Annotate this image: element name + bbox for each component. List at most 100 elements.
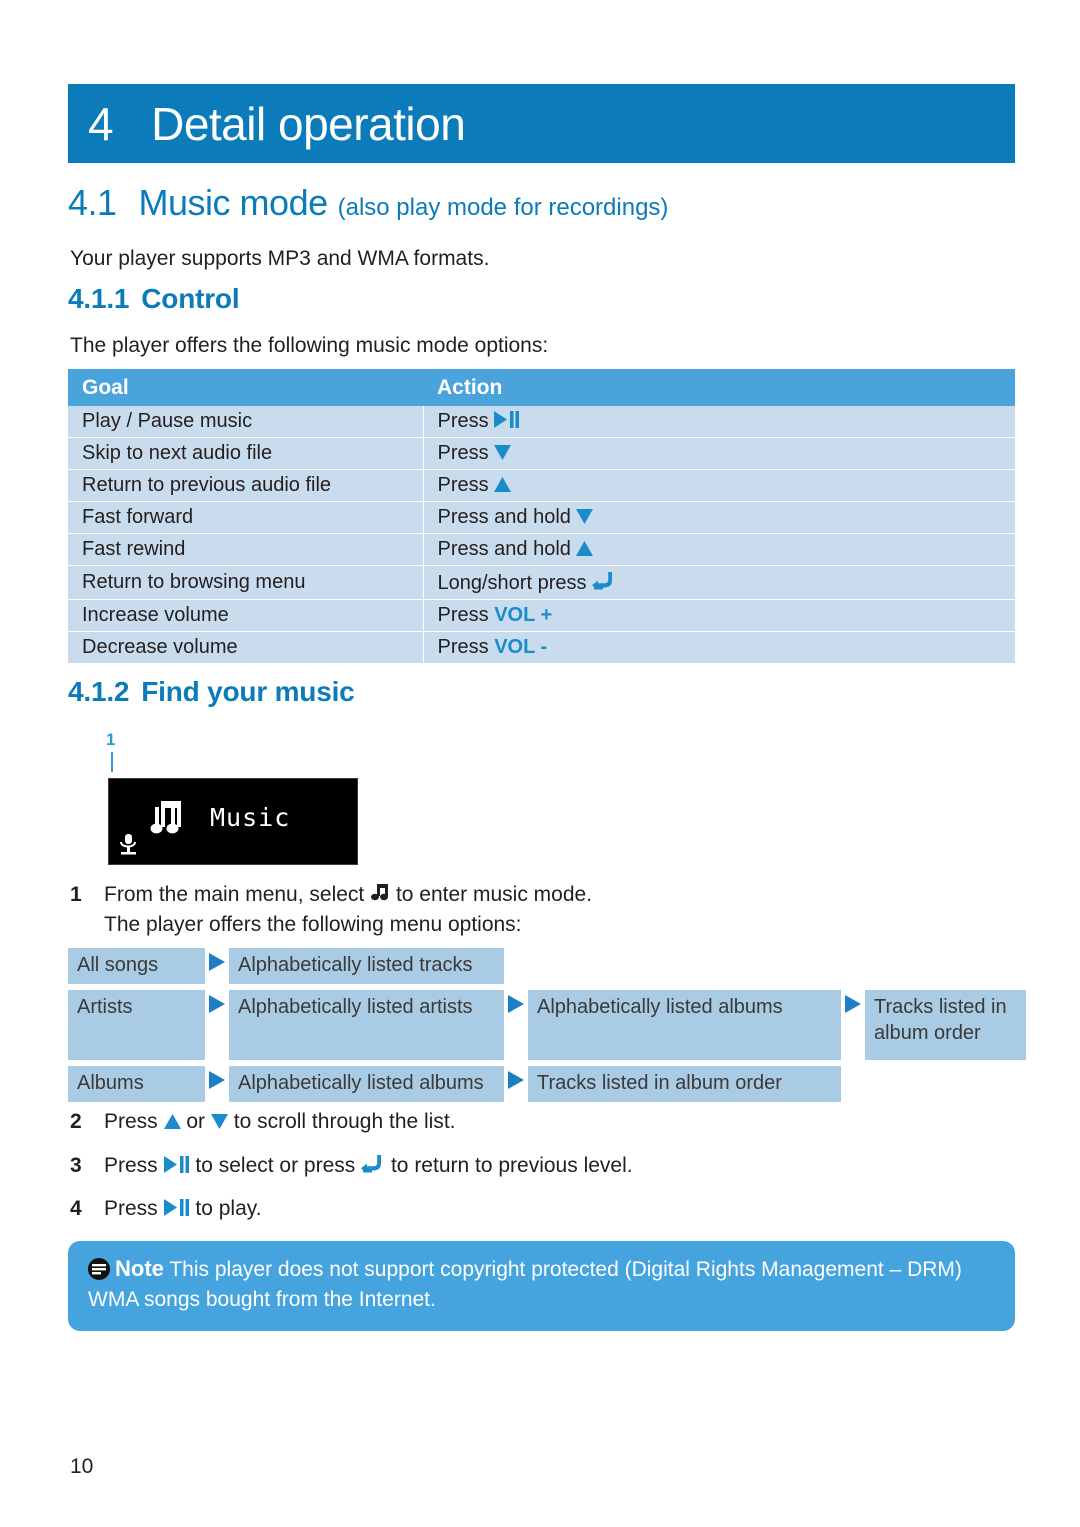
cell-goal: Decrease volume bbox=[68, 631, 424, 663]
cell-goal: Play / Pause music bbox=[68, 406, 424, 438]
triangle-up-icon bbox=[494, 477, 512, 492]
vol-minus-label: VOL - bbox=[494, 636, 548, 658]
control-table-body: Play / Pause music Press Skip to next au… bbox=[68, 406, 1015, 663]
diagram-box-level3: Alphabetically listed albums bbox=[528, 990, 841, 1060]
triangle-up-icon bbox=[576, 541, 594, 556]
table-row: Return to browsing menu Long/short press bbox=[68, 565, 1015, 600]
step-text: From the main menu, select to enter musi… bbox=[104, 880, 592, 940]
table-row: Increase volume Press VOL + bbox=[68, 599, 1015, 632]
triangle-down-icon bbox=[494, 445, 512, 460]
table-row: Return to previous audio file Press bbox=[68, 469, 1015, 502]
subsection-heading-control: 4.1.1 Control bbox=[68, 283, 240, 315]
triangle-down-icon bbox=[576, 509, 594, 524]
diagram-arrow-icon bbox=[504, 1066, 528, 1102]
diagram-box-level1: All songs bbox=[68, 948, 205, 984]
cell-goal: Increase volume bbox=[68, 599, 424, 632]
device-lcd-screenshot: Music bbox=[108, 778, 358, 865]
cell-action: Press VOL + bbox=[423, 599, 1015, 632]
action-text: Press and hold bbox=[437, 506, 571, 528]
table-row: Play / Pause music Press bbox=[68, 406, 1015, 438]
table-row: Fast rewind Press and hold bbox=[68, 533, 1015, 566]
step-text-after: to scroll through the list. bbox=[233, 1110, 456, 1133]
step-text-after: to enter music mode. bbox=[395, 883, 593, 906]
chapter-banner: 4 Detail operation bbox=[68, 84, 1015, 163]
action-text: Press bbox=[437, 410, 489, 432]
action-text: Press and hold bbox=[437, 538, 571, 560]
diagram-box-level2: Alphabetically listed artists bbox=[229, 990, 504, 1060]
back-arrow-icon bbox=[592, 570, 616, 590]
cell-action: Press and hold bbox=[423, 533, 1015, 566]
note-text: This player does not support copyright p… bbox=[88, 1258, 962, 1311]
back-arrow-icon bbox=[361, 1153, 385, 1173]
diagram-arrow-icon bbox=[504, 990, 528, 1060]
diagram-box-level4: Tracks listed in album order bbox=[865, 990, 1026, 1060]
step-number: 2 bbox=[70, 1110, 82, 1133]
note-lines-icon bbox=[88, 1258, 110, 1280]
cell-goal: Fast forward bbox=[68, 501, 424, 534]
subsection-title-find: Find your music bbox=[141, 676, 355, 707]
diagram-row-all-songs: All songs Alphabetically listed tracks bbox=[68, 948, 1015, 984]
subsection-title-control: Control bbox=[141, 283, 240, 314]
subsection-number-control: 4.1.1 bbox=[68, 283, 130, 314]
step-number: 4 bbox=[70, 1197, 82, 1220]
cell-action: Press bbox=[423, 437, 1015, 470]
chapter-number: 4 bbox=[88, 97, 114, 150]
microphone-icon bbox=[115, 832, 141, 858]
lcd-menu-label: Music bbox=[210, 803, 291, 832]
diagram-box-level2: Alphabetically listed tracks bbox=[229, 948, 504, 984]
cell-action: Press bbox=[423, 469, 1015, 502]
menu-options-diagram: All songs Alphabetically listed tracks A… bbox=[68, 948, 1026, 1108]
step-text-before: Press bbox=[104, 1154, 158, 1177]
callout-number-1: 1 bbox=[106, 730, 116, 749]
section-number: 4.1 bbox=[68, 182, 117, 223]
cell-goal: Skip to next audio file bbox=[68, 437, 424, 470]
intro-paragraph: Your player supports MP3 and WMA formats… bbox=[70, 247, 490, 270]
step-4: 4 Press to play. bbox=[70, 1194, 262, 1224]
diagram-arrow-icon bbox=[205, 948, 229, 984]
cell-goal: Fast rewind bbox=[68, 533, 424, 566]
music-note-icon bbox=[147, 797, 189, 839]
step-text: Press or to scroll through the list. bbox=[104, 1107, 456, 1137]
cell-action: Press bbox=[423, 406, 1015, 438]
note-callout-box: Note This player does not support copyri… bbox=[68, 1241, 1015, 1331]
page-number: 10 bbox=[70, 1455, 94, 1478]
action-text: Long/short press bbox=[437, 572, 587, 594]
step-text: Press to play. bbox=[104, 1194, 262, 1224]
step-text-after: to return to previous level. bbox=[390, 1154, 633, 1177]
diagram-box-level1: Albums bbox=[68, 1066, 205, 1102]
chapter-title: Detail operation bbox=[151, 97, 466, 150]
table-row: Decrease volume Press VOL - bbox=[68, 631, 1015, 663]
step-number: 1 bbox=[70, 883, 82, 906]
table-row: Fast forward Press and hold bbox=[68, 501, 1015, 534]
cell-action: Press and hold bbox=[423, 501, 1015, 534]
table-header-row: Goal Action bbox=[68, 369, 1015, 406]
step-text-after: to play. bbox=[195, 1197, 262, 1220]
step-text-mid: to select or press bbox=[195, 1154, 356, 1177]
column-header-action: Action bbox=[423, 369, 1015, 406]
cell-goal: Return to browsing menu bbox=[68, 565, 424, 600]
section-subtitle: (also play mode for recordings) bbox=[337, 194, 669, 221]
step-text-mid: or bbox=[186, 1110, 206, 1133]
step-3: 3 Press to select or press to return to … bbox=[70, 1151, 633, 1181]
diagram-arrow-icon bbox=[841, 990, 865, 1060]
music-note-icon bbox=[370, 882, 390, 902]
cell-action: Long/short press bbox=[423, 565, 1015, 600]
diagram-box-level2: Alphabetically listed albums bbox=[229, 1066, 504, 1102]
diagram-box-level3: Tracks listed in album order bbox=[528, 1066, 841, 1102]
action-text: Press bbox=[437, 636, 489, 658]
play-pause-icon bbox=[163, 1199, 190, 1216]
table-row: Skip to next audio file Press bbox=[68, 437, 1015, 470]
triangle-down-icon bbox=[210, 1114, 228, 1129]
diagram-row-artists: Artists Alphabetically listed artists Al… bbox=[68, 990, 1026, 1060]
diagram-arrow-icon bbox=[205, 990, 229, 1060]
action-text: Press bbox=[437, 474, 489, 496]
play-pause-icon bbox=[494, 411, 520, 428]
control-table: Goal Action Play / Pause music Press Ski… bbox=[68, 369, 1015, 663]
vol-plus-label: VOL + bbox=[494, 604, 553, 626]
diagram-box-level1: Artists bbox=[68, 990, 205, 1060]
step-text-before: From the main menu, select bbox=[104, 883, 365, 906]
manual-page: 4 Detail operation 4.1 Music mode (also … bbox=[0, 0, 1080, 1527]
action-text: Press bbox=[437, 604, 489, 626]
step-text-before: Press bbox=[104, 1197, 158, 1220]
column-header-goal: Goal bbox=[68, 369, 423, 406]
